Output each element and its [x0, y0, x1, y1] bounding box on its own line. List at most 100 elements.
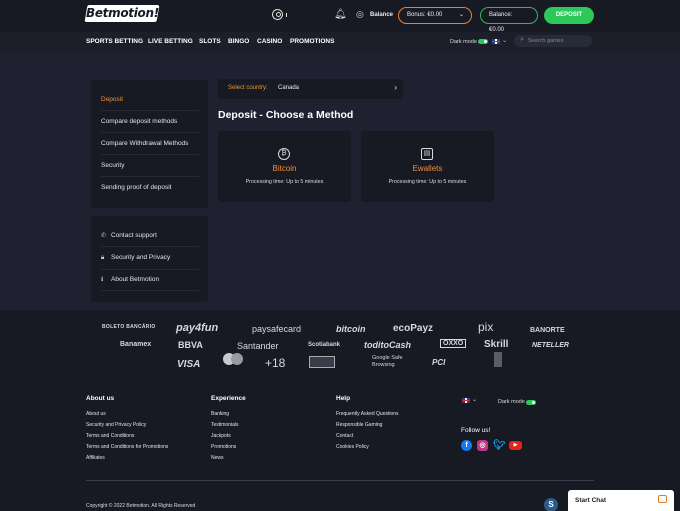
method-processing-time: Processing time: Up to 5 minutes [388, 179, 467, 185]
method-card-bitcoin[interactable]: ₿ Bitcoin Processing time: Up to 5 minut… [218, 131, 351, 202]
sidebar-item-about[interactable]: ℹ About Betmotion [101, 276, 199, 291]
logo-santander: Santander [237, 341, 279, 351]
footer-link[interactable]: About us [86, 411, 106, 417]
footer-link[interactable]: Testimonials [211, 422, 239, 428]
search-games-input[interactable]: ⌕ Search games [514, 35, 592, 47]
logo-pay4fun: pay4fun [176, 322, 219, 334]
deposit-button[interactable]: DEPOSIT [544, 7, 594, 24]
logo-pci: PCI [432, 358, 446, 367]
dark-mode-toggle[interactable] [478, 39, 488, 44]
logo-bbva: BBVA [178, 340, 203, 350]
logo-paysafecard: paysafecard [252, 324, 302, 334]
nav-slots[interactable]: SLOTS [199, 38, 221, 45]
twitter-icon[interactable]: 🐦︎ [493, 440, 506, 451]
footer-link[interactable]: Responsible Gaming [336, 422, 382, 428]
logo-skrill: Skrill [484, 339, 509, 350]
language-chevron-icon[interactable]: ⌄ [472, 396, 477, 403]
method-name: Bitcoin [272, 164, 297, 173]
sidebar-item-security[interactable]: Security [101, 162, 199, 177]
logo-scotiabank: Scotiabank [308, 342, 341, 348]
footer-about-title: About us [86, 395, 115, 402]
uk-flag-icon[interactable] [462, 398, 470, 403]
about-label: About Betmotion [111, 276, 160, 283]
help-sidebar: Deposit Compare deposit methods Compare … [91, 80, 208, 208]
lock-icon: 🔒︎ [101, 255, 105, 261]
age-18-logo: +18 [265, 356, 286, 370]
country-selector[interactable]: Select country: Canada › [218, 79, 403, 99]
sidebar-item-proof-of-deposit[interactable]: Sending proof of deposit [101, 184, 199, 198]
footer-experience-title: Experience [211, 395, 246, 402]
footer-link[interactable]: Promotions [211, 444, 236, 450]
chat-label: Start Chat [575, 497, 607, 504]
betmotion-logo[interactable]: Betmotion! [84, 5, 160, 22]
sidebar-item-compare-deposit[interactable]: Compare deposit methods [101, 118, 199, 133]
footer-link[interactable]: Affiliates [86, 455, 105, 461]
footer-help-title: Help [336, 395, 351, 402]
language-chevron-icon[interactable]: ⌄ [502, 37, 507, 44]
sidebar-item-contact-support[interactable]: ✆ Contact support [101, 232, 199, 247]
footer-link[interactable]: Terms and Conditions [86, 433, 134, 439]
logo-ecopayz: ecoPayz [393, 323, 434, 334]
logo-banamex: Banamex [120, 341, 152, 348]
bonus-amount: Bonus: €0.00 [407, 12, 443, 18]
footer-link[interactable]: Contact [336, 433, 353, 439]
logo-toditocash: toditoCash [364, 340, 411, 350]
phone-icon: ✆ [101, 233, 107, 239]
chat-bubble-icon [658, 495, 667, 503]
copyright-text: Copyright © 2022 Betmotion. All Rights R… [86, 503, 196, 509]
nav-promotions[interactable]: PROMOTIONS [290, 38, 334, 45]
search-icon: ⌕ [520, 36, 524, 43]
gambling-commission-badge [309, 356, 335, 368]
user-menu-indicator [286, 13, 287, 17]
nav-bingo[interactable]: BINGO [228, 38, 249, 45]
logo-bitcoin: bitcoin [336, 324, 366, 334]
chevron-right-icon: › [394, 83, 397, 92]
info-icon: ℹ [101, 277, 104, 283]
logo-boleto: BOLETO BANCÁRIO [102, 324, 156, 330]
footer-link[interactable]: Jackpots [211, 433, 231, 439]
balance-pill: Balance: €0.00 [480, 7, 538, 33]
footer-link[interactable]: Frequently Asked Questions [336, 411, 399, 417]
footer-link[interactable]: Security and Privacy Policy [86, 422, 146, 428]
youtube-icon[interactable]: ▶ [509, 441, 522, 450]
hide-balance-eye-icon[interactable]: ◎ [356, 9, 364, 20]
logo-banorte: BANORTE [530, 327, 565, 334]
certificate-badge [494, 352, 502, 367]
logo-oxxo: OXXO [440, 339, 467, 348]
facebook-icon[interactable]: f [461, 440, 472, 451]
footer-dark-mode-toggle[interactable] [526, 400, 536, 405]
bonus-balance-dropdown[interactable]: Bonus: €0.00 ⌄ [398, 7, 472, 24]
search-placeholder: Search games [528, 38, 564, 44]
sidebar-item-deposit[interactable]: Deposit [101, 96, 199, 111]
logo-pix: pix [478, 320, 494, 334]
logo-neteller: NETELLER [532, 342, 569, 349]
method-card-ewallets[interactable]: ▤ Ewallets Processing time: Up to 5 minu… [361, 131, 494, 202]
support-sidebar: ✆ Contact support 🔒︎ Security and Privacy … [91, 216, 208, 302]
contact-support-label: Contact support [111, 232, 157, 239]
nav-sports-betting[interactable]: SPORTS BETTING [86, 38, 143, 45]
sidebar-item-compare-withdrawal[interactable]: Compare Withdrawal Methods [101, 140, 199, 155]
user-icon[interactable] [272, 9, 283, 20]
balance-label: Balance [370, 12, 394, 18]
dark-mode-label: Dark mode [450, 39, 477, 45]
start-chat-button[interactable]: Start Chat [568, 490, 674, 511]
footer-link[interactable]: Banking [211, 411, 229, 417]
footer-link[interactable]: News [211, 455, 224, 461]
chevron-down-icon: ⌄ [458, 12, 464, 18]
footer-link[interactable]: Terms and Conditions for Promotions [86, 444, 168, 450]
nav-live-betting[interactable]: LIVE BETTING [148, 38, 193, 45]
footer-link[interactable]: Cookies Policy [336, 444, 369, 450]
instagram-icon[interactable]: ◎ [477, 440, 488, 451]
logo-visa: VISA [177, 359, 201, 370]
nav-casino[interactable]: CASINO [257, 38, 282, 45]
footer-divider [86, 480, 594, 481]
mastercard-logo [223, 353, 243, 367]
method-processing-time: Processing time: Up to 5 minutes [245, 179, 324, 185]
logo-google-safe-browsing: Google Safe Browsing [372, 355, 403, 368]
uk-flag-icon[interactable] [492, 39, 500, 44]
country-label: Select country: [228, 85, 268, 91]
sidebar-item-security-privacy[interactable]: 🔒︎ Security and Privacy [101, 254, 199, 270]
bitcoin-icon: ₿ [278, 148, 290, 160]
bell-icon[interactable]: 🔔︎ [334, 9, 347, 20]
security-seal-icon: S [544, 498, 558, 511]
